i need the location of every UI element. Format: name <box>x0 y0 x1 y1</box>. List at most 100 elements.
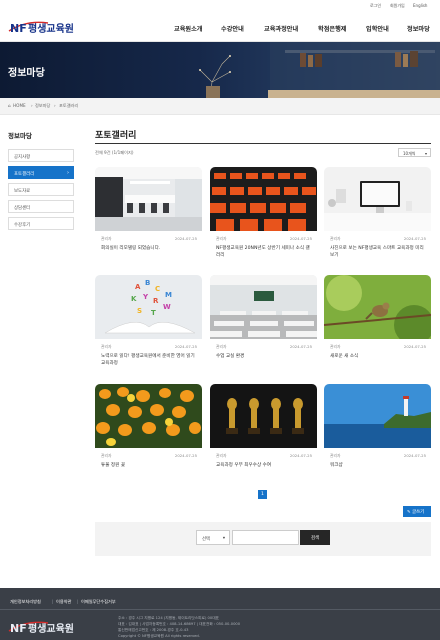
gallery-card[interactable]: 관리자 2024-07-25 튜울 정원 꽃 <box>95 384 202 481</box>
page-number-current[interactable]: 1 <box>258 490 267 499</box>
svg-text:평생교육원: 평생교육원 <box>28 622 74 635</box>
english-link[interactable]: English <box>413 3 427 8</box>
card-title[interactable]: 노력으로 읽다! 평생교육원에서 준비한 영어 읽기 교육과정 <box>101 353 197 367</box>
post-count: 전체 9건 (1/1페이지) <box>95 150 134 155</box>
search-field-select[interactable]: 선택 ▾ <box>196 530 230 545</box>
search-input[interactable] <box>232 530 299 545</box>
email-refusal-link[interactable]: 이메일무단수집거부 <box>81 599 116 605</box>
gallery-card[interactable]: 관리자 2024-07-25 NF평생교육원 20NN년도 상반기 세미나 소식 … <box>210 167 317 264</box>
side-item-reviews[interactable]: 수강후기 <box>8 217 74 230</box>
card-meta: 관리자 2024-07-25 <box>216 344 312 350</box>
footer-business-info: 대표 : 김대표 | 사업자등록번호 : 408-14-68697 | 대표전화… <box>118 622 241 626</box>
side-item-press[interactable]: 보도자료 <box>8 183 74 196</box>
site-logo[interactable]: NF 평생교육원 <box>8 18 74 36</box>
side-item-label: 수강후기 <box>14 222 31 228</box>
breadcrumb-home[interactable]: HOME <box>13 103 26 108</box>
nav-item[interactable]: 입학안내 <box>366 24 389 33</box>
gallery-card[interactable]: 관리자 2024-07-25 수업 교실 환경 <box>210 275 317 372</box>
svg-text:Y: Y <box>142 293 149 301</box>
card-title[interactable]: 새로운 새 소식 <box>330 353 426 360</box>
gallery-card[interactable]: ABC KYR M S TW 관리자 2024-07-25 노력으로 읽다! 평생교육… <box>95 275 202 372</box>
side-item-label: 보도자료 <box>14 188 31 194</box>
svg-text:S: S <box>137 307 142 315</box>
gallery-thumbnail[interactable] <box>210 384 317 448</box>
gallery-thumbnail[interactable] <box>324 275 431 339</box>
card-meta: 관리자 2024-07-25 <box>216 453 312 459</box>
login-link[interactable]: 로그인 <box>370 3 381 9</box>
card-author: 관리자 <box>216 236 227 241</box>
gallery-thumbnail[interactable] <box>210 167 317 231</box>
card-author: 관리자 <box>216 344 227 349</box>
card-title[interactable]: 사진으로 보는 NF평생교육 스마트 교육과정 미리보기 <box>330 245 426 259</box>
card-date: 2024-07-25 <box>403 344 426 349</box>
card-meta: 관리자 2024-07-25 <box>330 236 426 242</box>
nav-item[interactable]: 정보마당 <box>407 24 430 33</box>
svg-text:R: R <box>153 297 159 305</box>
nav-item[interactable]: 학점은행제 <box>318 24 346 33</box>
breadcrumb-item[interactable]: 정보마당 <box>35 103 50 109</box>
card-meta: 관리자 2024-07-25 <box>216 236 312 242</box>
card-title[interactable]: 수업 교실 환경 <box>216 353 312 360</box>
gallery-card[interactable]: 관리자 2024-07-25 회의실이 리모델링 되었습니다. <box>95 167 202 264</box>
home-icon[interactable]: ⌂ <box>8 103 11 108</box>
svg-text:M: M <box>165 291 172 299</box>
side-item-label: 상담센터 <box>14 205 31 211</box>
card-title[interactable]: 교육과정 우부 최우수상 수여 <box>216 462 312 469</box>
per-page-select[interactable]: 10개씩 ▾ <box>398 148 431 157</box>
card-date: 2024-07-25 <box>174 236 197 241</box>
side-item-counsel[interactable]: 상담센터 <box>8 200 74 213</box>
breadcrumb-separator: › <box>54 103 56 108</box>
gallery-thumbnail[interactable] <box>324 384 431 448</box>
card-date: 2024-07-25 <box>403 453 426 458</box>
card-date: 2024-07-25 <box>174 344 197 349</box>
card-author: 관리자 <box>216 453 227 458</box>
card-author: 관리자 <box>101 236 112 241</box>
svg-text:K: K <box>131 295 137 303</box>
gallery-thumbnail[interactable] <box>324 167 431 231</box>
privacy-policy-link[interactable]: 개인정보처리방침 <box>10 599 41 605</box>
breadcrumb-current: 포토갤러리 <box>59 103 79 108</box>
hero-title: 정보마당 <box>8 68 45 79</box>
side-item-photo-gallery[interactable]: 포토갤러리 › <box>8 166 74 179</box>
card-title[interactable]: 회의실이 리모델링 되었습니다. <box>101 245 197 252</box>
card-date: 2024-07-25 <box>289 344 312 349</box>
card-date: 2024-07-25 <box>403 236 426 241</box>
card-meta: 관리자 2024-07-25 <box>101 344 197 350</box>
svg-text:T: T <box>151 309 156 317</box>
card-meta: 관리자 2024-07-25 <box>330 344 426 350</box>
footer-separator: | <box>77 599 79 604</box>
gallery-card[interactable]: 관리자 2024-07-25 교육과정 우부 최우수상 수여 <box>210 384 317 481</box>
svg-text:W: W <box>163 303 171 311</box>
card-title[interactable]: NF평생교육원 20NN년도 상반기 세미나 소식 갤러리 <box>216 245 312 259</box>
signup-link[interactable]: 회원가입 <box>390 3 405 9</box>
gallery-card[interactable]: 관리자 2024-07-25 사진으로 보는 NF평생교육 스마트 교육과정 미리… <box>324 167 431 264</box>
gallery-card[interactable]: 관리자 2024-07-25 워크샵 <box>324 384 431 481</box>
card-title[interactable]: 워크샵 <box>330 462 426 469</box>
nav-item[interactable]: 교육과정안내 <box>264 24 298 33</box>
gallery-card[interactable]: 관리자 2024-07-25 새로운 새 소식 <box>324 275 431 372</box>
card-author: 관리자 <box>330 453 341 458</box>
search-select-value: 선택 <box>202 536 210 542</box>
footer-registration: 통신판매업신고번호 : 제 2008-경주 호-0-43 <box>118 628 189 632</box>
hero-banner: 정보마당 <box>0 42 440 98</box>
nav-item[interactable]: 수강안내 <box>221 24 244 33</box>
gallery-thumbnail[interactable]: ABC KYR M S TW <box>95 275 202 339</box>
footer-logo: NF 평생교육원 <box>8 621 74 635</box>
write-button[interactable]: ✎ 글쓰기 <box>403 506 431 517</box>
search-button[interactable]: 검색 <box>300 530 330 545</box>
chevron-down-icon: ▾ <box>222 535 225 541</box>
site-header: NF 평생교육원 교육원소개 수강안내 교육과정안내 학점은행제 입학안내 정보… <box>0 12 440 42</box>
gallery-thumbnail[interactable] <box>95 167 202 231</box>
chevron-down-icon: ▾ <box>424 150 427 156</box>
svg-text:C: C <box>155 285 160 293</box>
utility-bar: 로그인 회원가입 English <box>0 0 440 12</box>
nav-item[interactable]: 교육원소개 <box>174 24 202 33</box>
gallery-thumbnail[interactable] <box>210 275 317 339</box>
card-author: 관리자 <box>330 344 341 349</box>
footer-address: 주소 : 경주 시그 지평로 124 (지평동, 제이트리닷스피로) 00대표 <box>118 616 220 620</box>
terms-link[interactable]: 이용약관 <box>56 599 71 605</box>
page-title: 포토갤러리 <box>95 131 137 141</box>
side-item-notice[interactable]: 공지사항 <box>8 149 74 162</box>
gallery-thumbnail[interactable] <box>95 384 202 448</box>
card-title[interactable]: 튜울 정원 꽃 <box>101 462 197 469</box>
